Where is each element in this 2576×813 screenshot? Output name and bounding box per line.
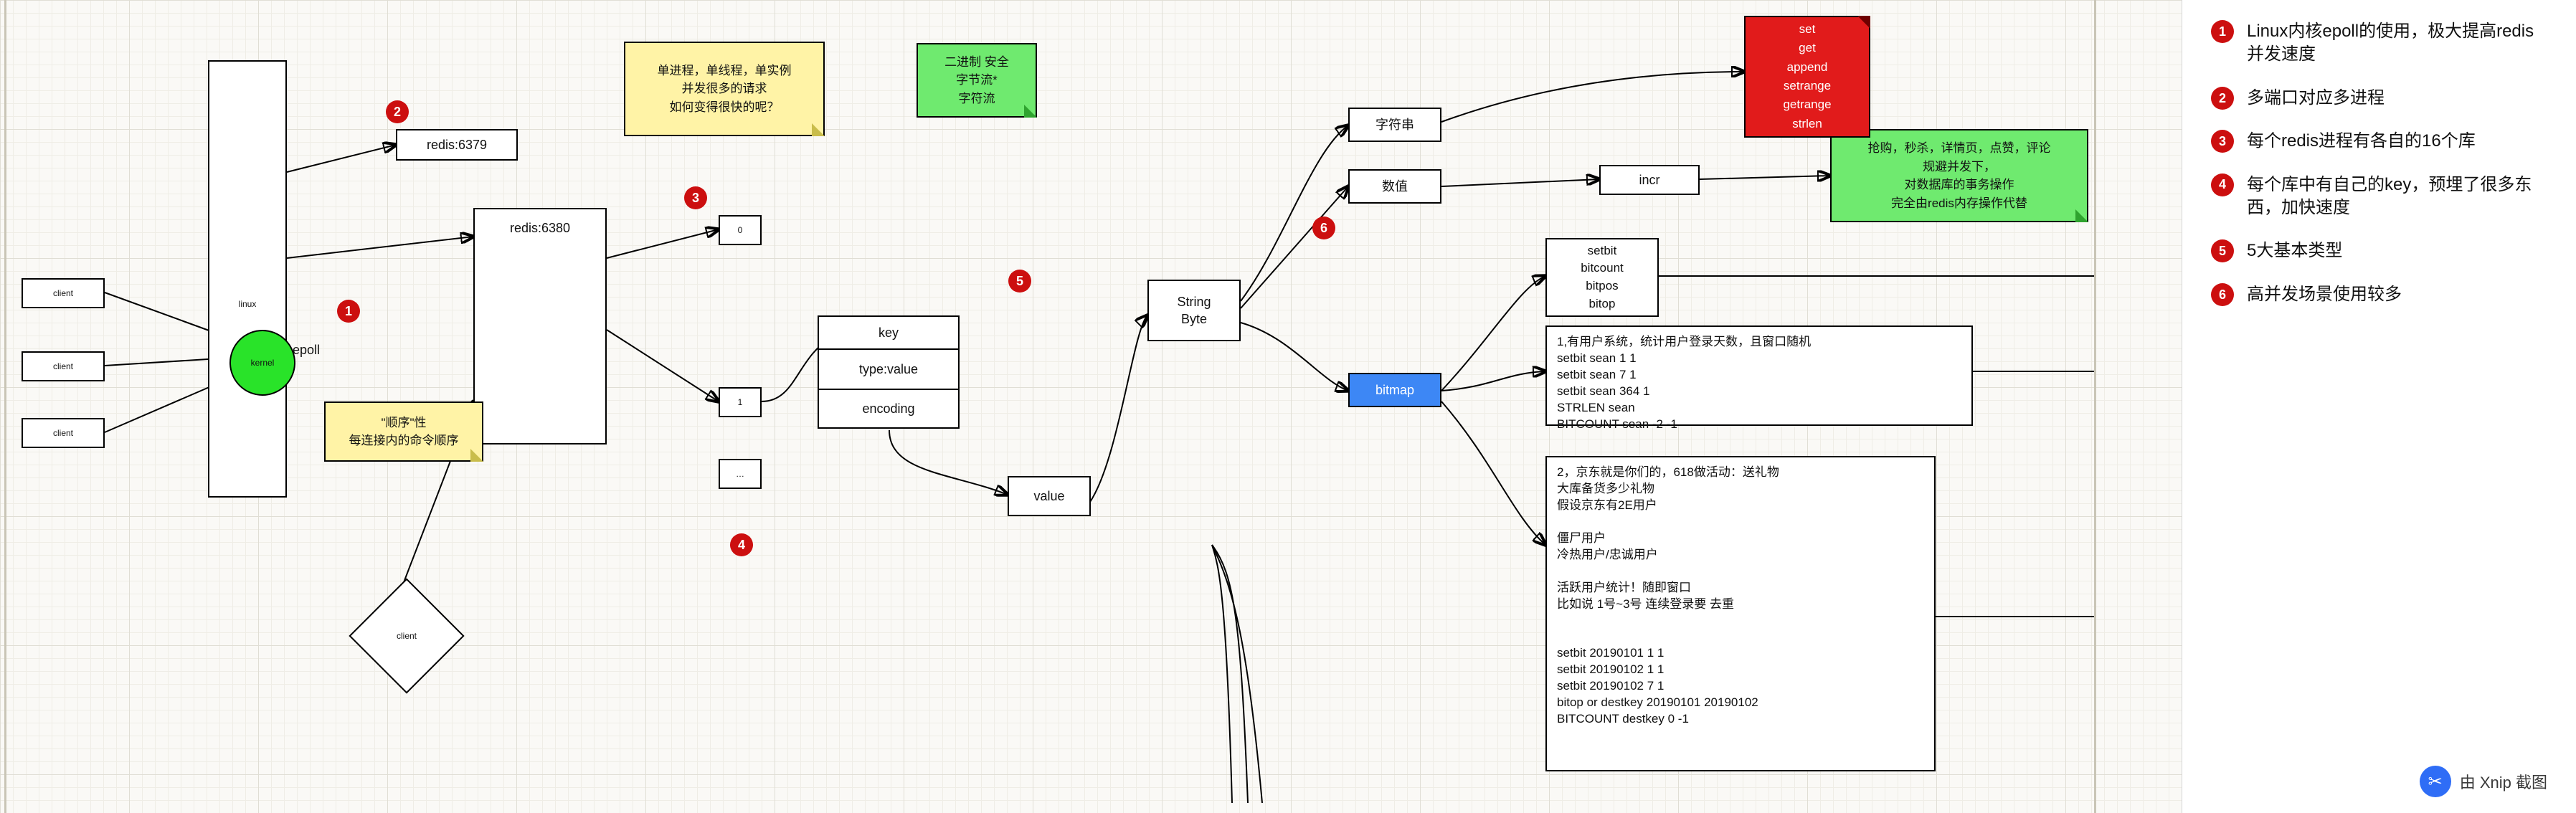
marker-6: 6 xyxy=(1312,217,1335,239)
watermark: ✂ 由 Xnip 截图 xyxy=(2420,766,2547,797)
legend-item-2: 2 多端口对应多进程 xyxy=(2211,87,2547,110)
bitmap-example-2: 2，京东就是你们的，618做活动：送礼物 大库备货多少礼物 假设京东有2E用户 … xyxy=(1545,456,1936,771)
legend-text-2: 多端口对应多进程 xyxy=(2247,87,2547,110)
sticky-binary-safe: 二进制 安全 字节流* 字符流 xyxy=(917,43,1037,118)
linux-label: linux xyxy=(239,298,257,310)
marker-4: 4 xyxy=(730,533,753,556)
bitmap-ops-box: setbit bitcount bitpos bitop xyxy=(1545,238,1659,317)
legend-text-1: Linux内核epoll的使用，极大提高redis并发速度 xyxy=(2247,20,2547,67)
db-n-box: … xyxy=(719,459,762,489)
legend-item-1: 1 Linux内核epoll的使用，极大提高redis并发速度 xyxy=(2211,20,2547,67)
client-box-3: client xyxy=(22,418,105,448)
incr-box: incr xyxy=(1599,165,1700,195)
legend-item-6: 6 高并发场景使用较多 xyxy=(2211,283,2547,306)
bitmap-example-1: 1,有用户系统，统计用户登录天数，且窗口随机 setbit sean 1 1 s… xyxy=(1545,325,1973,426)
diagram-viewport: client client client linux kernel epoll … xyxy=(0,0,2576,813)
sticky-question: 单进程，单线程，单实例 并发很多的请求 如何变得很快的呢？ xyxy=(624,42,825,136)
type-string-box: 字符串 xyxy=(1348,108,1441,142)
client-box-1: client xyxy=(22,278,105,308)
legend-key-3: 3 xyxy=(2211,130,2234,153)
client-diamond-label: client xyxy=(367,596,446,675)
marker-3: 3 xyxy=(684,186,707,209)
legend-item-4: 4 每个库中有自己的key，预埋了很多东西，加快速度 xyxy=(2211,173,2547,220)
legend-key-4: 4 xyxy=(2211,173,2234,196)
encoding-box: encoding xyxy=(818,389,960,429)
linux-box: linux xyxy=(208,60,287,498)
client-box-2: client xyxy=(22,351,105,381)
legend-item-5: 5 5大基本类型 xyxy=(2211,239,2547,262)
db-0-box: 0 xyxy=(719,215,762,245)
legend-text-4: 每个库中有自己的key，预埋了很多东西，加快速度 xyxy=(2247,173,2547,220)
epoll-label: epoll xyxy=(293,343,320,358)
legend-key-6: 6 xyxy=(2211,283,2234,306)
kernel-label: kernel xyxy=(251,357,275,369)
type-value-box: type:value xyxy=(818,348,960,389)
margin-rule-right xyxy=(2094,0,2096,813)
legend-key-2: 2 xyxy=(2211,87,2234,110)
marker-1: 1 xyxy=(337,300,360,323)
legend-text-3: 每个redis进程有各自的16个库 xyxy=(2247,130,2547,153)
marker-2: 2 xyxy=(386,100,409,123)
legend-panel: 1 Linux内核epoll的使用，极大提高redis并发速度 2 多端口对应多… xyxy=(2182,0,2576,813)
legend-text-5: 5大基本类型 xyxy=(2247,239,2547,262)
key-box: key xyxy=(818,315,960,348)
string-byte-box: String Byte xyxy=(1147,280,1241,341)
type-number-box: 数值 xyxy=(1348,169,1441,204)
watermark-text: 由 Xnip 截图 xyxy=(2460,770,2547,793)
redis-6379-box: redis:6379 xyxy=(396,129,518,161)
value-box: value xyxy=(1008,476,1091,516)
db-1-box: 1 xyxy=(719,387,762,417)
margin-rule-left xyxy=(4,0,6,813)
marker-5: 5 xyxy=(1008,270,1031,293)
kernel-circle: kernel xyxy=(229,330,295,396)
sticky-usecase: 抢购，秒杀，详情页，点赞，评论 规避并发下， 对数据库的事务操作 完全由redi… xyxy=(1830,129,2088,222)
redis-6380-box: redis:6380 xyxy=(473,208,607,444)
legend-key-1: 1 xyxy=(2211,20,2234,43)
legend-item-3: 3 每个redis进程有各自的16个库 xyxy=(2211,130,2547,153)
sticky-sequence: "顺序"性 每连接内的命令顺序 xyxy=(324,401,483,462)
scissors-icon: ✂ xyxy=(2420,766,2451,797)
legend-text-6: 高并发场景使用较多 xyxy=(2247,283,2547,306)
string-ops-box: set get append setrange getrange strlen xyxy=(1744,16,1870,138)
legend-key-5: 5 xyxy=(2211,239,2234,262)
type-bitmap-box: bitmap xyxy=(1348,373,1441,407)
